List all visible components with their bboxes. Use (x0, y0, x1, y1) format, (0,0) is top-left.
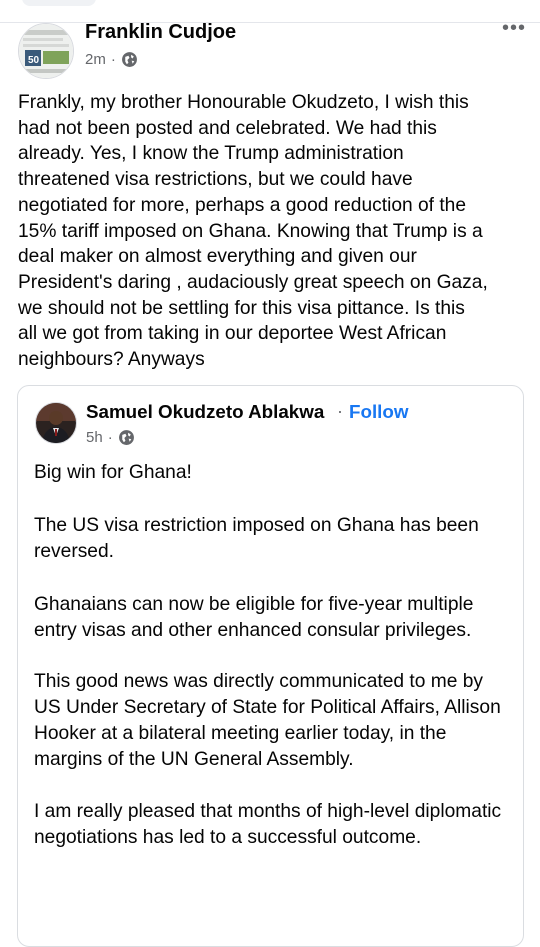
shared-paragraph: Ghanaians can now be eligible for five-y… (34, 594, 474, 641)
shared-paragraph: This good news was directly communicated… (34, 671, 501, 770)
shared-time[interactable]: 5h (86, 429, 103, 446)
globe-icon (118, 429, 135, 446)
shared-post-card[interactable]: Samuel Okudzeto Ablakwa · Follow 5h · Bi… (17, 385, 524, 947)
shared-avatar-image (36, 403, 76, 443)
svg-text:50: 50 (28, 55, 40, 66)
shared-meta-separator: · (107, 429, 113, 446)
post-author-name[interactable]: Franklin Cudjoe (85, 21, 236, 44)
post-body: Frankly, my brother Honourable Okudzeto,… (18, 92, 488, 371)
follow-separator: · (337, 401, 343, 421)
meta-separator: · (110, 51, 116, 68)
shared-paragraph: Big win for Ghana! (34, 462, 192, 483)
follow-button[interactable]: Follow (349, 401, 408, 423)
top-pill-remnant (22, 0, 96, 6)
post-time[interactable]: 2m (85, 51, 106, 68)
shared-author-name[interactable]: Samuel Okudzeto Ablakwa (86, 401, 324, 423)
shared-author-avatar[interactable] (35, 402, 77, 444)
more-options-icon[interactable]: ••• (502, 17, 526, 40)
globe-icon (121, 51, 138, 68)
author-avatar[interactable]: 50 (18, 23, 74, 79)
avatar-image: 50 (19, 24, 73, 78)
post-meta: 2m · (85, 51, 138, 68)
shared-meta: 5h · (86, 429, 135, 446)
shared-paragraph: The US visa restriction imposed on Ghana… (34, 515, 479, 562)
top-divider (0, 22, 540, 23)
shared-paragraph: I am really pleased that months of high-… (34, 801, 502, 848)
